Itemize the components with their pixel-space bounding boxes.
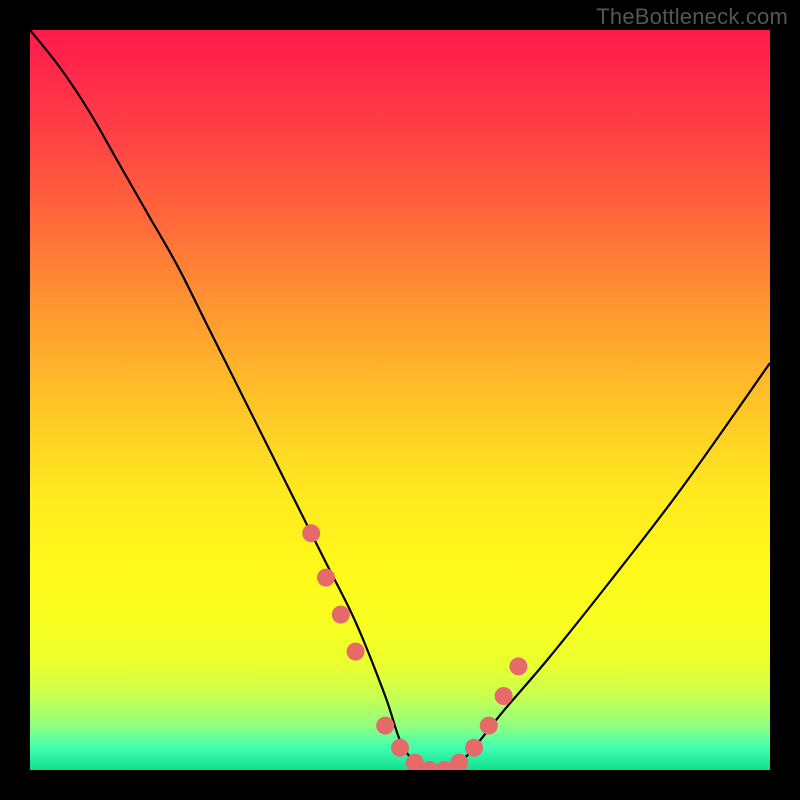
chart-container: TheBottleneck.com: [0, 0, 800, 800]
highlight-dot: [509, 657, 527, 675]
highlight-dot: [332, 606, 350, 624]
highlight-dots: [302, 524, 527, 770]
watermark-text: TheBottleneck.com: [596, 4, 788, 30]
highlight-dot: [302, 524, 320, 542]
highlight-dot: [317, 569, 335, 587]
highlight-dot: [480, 717, 498, 735]
bottleneck-curve: [30, 30, 770, 770]
plot-area: [30, 30, 770, 770]
highlight-dot: [391, 739, 409, 757]
curve-svg: [30, 30, 770, 770]
highlight-dot: [495, 687, 513, 705]
highlight-dot: [347, 643, 365, 661]
highlight-dot: [376, 717, 394, 735]
highlight-dot: [465, 739, 483, 757]
